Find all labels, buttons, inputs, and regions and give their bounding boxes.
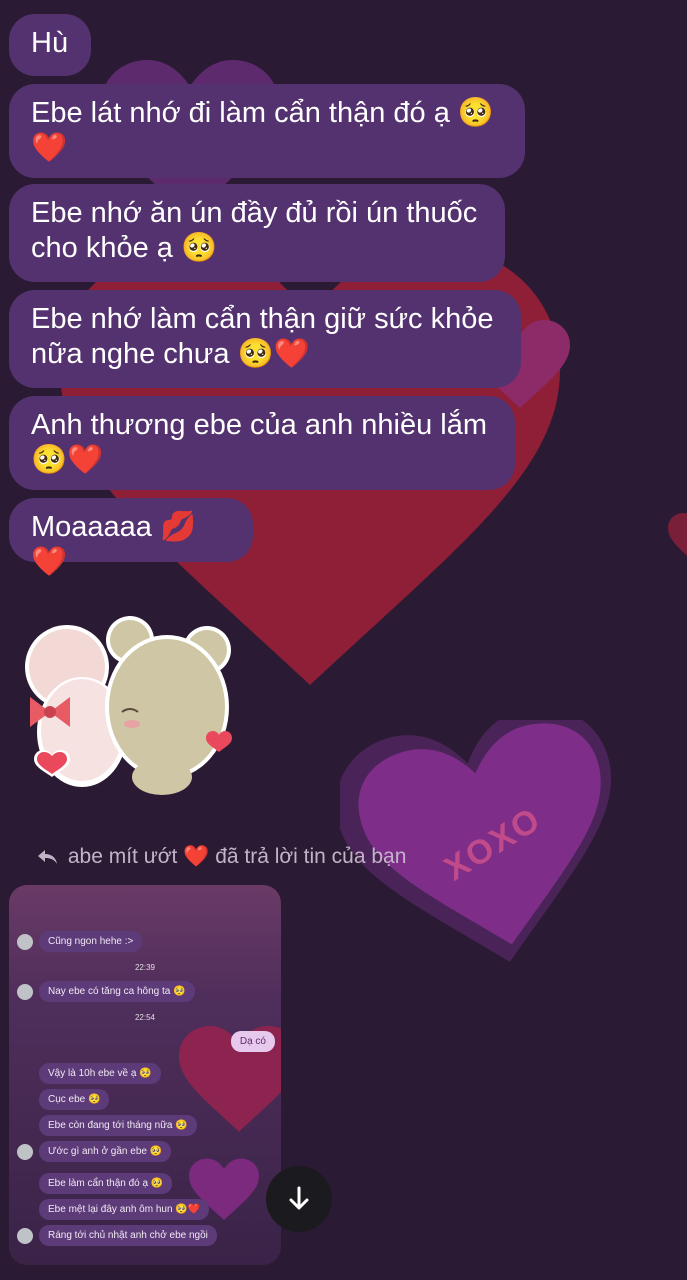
message-text-line2: nữa nghe chưa 🥺❤️ xyxy=(31,338,310,370)
message-text-line2: cho khỏe ạ 🥺 xyxy=(31,232,218,264)
scroll-to-bottom-button[interactable] xyxy=(266,1166,332,1232)
screenshot-my-message: Dạ có xyxy=(230,1031,275,1052)
message-text-line2: ❤️ xyxy=(31,132,68,164)
hug-sticker[interactable] xyxy=(12,612,237,802)
screenshot-message-text: Vậy là 10h ebe về ạ 🥺 xyxy=(39,1063,161,1084)
screenshot-message-text: Cũng ngon hehe :> xyxy=(39,931,143,952)
screenshot-message-text: Ebe còn đang tới tháng nữa 🥺 xyxy=(39,1115,197,1136)
message-bubble[interactable]: Ebe nhớ làm cẩn thận giữ sức khỏe nữa ng… xyxy=(9,290,521,388)
message-text-line1: Ebe lát nhớ đi làm cẩn thận đó ạ 🥺 xyxy=(31,97,495,129)
message-text-line2: 🥺❤️ xyxy=(31,444,104,476)
message-text: Hù xyxy=(31,27,69,59)
avatar xyxy=(17,1143,33,1160)
screenshot-message: Cục ebe 🥺 xyxy=(39,1089,110,1110)
quoted-screenshot[interactable]: Cũng ngon hehe :> 22:39 Nay ebe có tăng … xyxy=(9,885,281,1265)
screenshot-message-text: Ebe làm cẩn thận đó ạ 🥺 xyxy=(39,1173,173,1194)
screenshot-message-text: Ước gì anh ở gần ebe 🥺 xyxy=(39,1141,172,1162)
message-text-line1: Ebe nhớ ăn ún đầy đủ rồi ún thuốc xyxy=(31,197,478,229)
message-bubble[interactable]: Hù xyxy=(9,14,91,76)
screenshot-message: Ebe làm cẩn thận đó ạ 🥺 xyxy=(39,1173,173,1194)
message-text-line1: Anh thương ebe của anh nhiều lắm xyxy=(31,409,488,441)
avatar xyxy=(17,933,33,950)
message-bubble[interactable]: Moaaaaa 💋❤️ xyxy=(9,498,253,578)
screenshot-time: 22:54 xyxy=(134,1013,156,1022)
message-bubble[interactable]: Hù Ebe lát nhớ đi làm cẩn thận đó ạ 🥺 ❤️ xyxy=(9,84,525,178)
avatar xyxy=(17,1227,33,1244)
reply-arrow-icon xyxy=(38,850,57,864)
screenshot-message-text: Cục ebe 🥺 xyxy=(39,1089,110,1110)
screenshot-time: 22:39 xyxy=(134,963,156,972)
reply-note: abe mít ướt ❤️ đã trả lời tin của bạn xyxy=(36,843,406,871)
screenshot-message: Ebe còn đang tới tháng nữa 🥺 xyxy=(39,1115,197,1136)
screenshot-message: Vậy là 10h ebe về ạ 🥺 xyxy=(39,1063,161,1084)
arrow-down-icon xyxy=(289,1186,309,1210)
screenshot-message: Ebe mệt lại đây anh ôm hun 🥺❤️ xyxy=(39,1199,210,1220)
screenshot-message: Cũng ngon hehe :> xyxy=(17,931,143,952)
screenshot-message: Ước gì anh ở gần ebe 🥺 xyxy=(17,1141,172,1162)
background-heart-edge xyxy=(668,513,687,556)
message-bubble[interactable]: Ebe nhớ ăn ún đầy đủ rồi ún thuốc cho kh… xyxy=(9,184,505,282)
screenshot-message: Nay ebe có tăng ca hông ta 🥺 xyxy=(17,981,195,1002)
avatar xyxy=(17,983,33,1000)
screenshot-message-text: Ráng tới chủ nhật anh chở ebe ngồi xyxy=(39,1225,217,1246)
screenshot-message-text: Ebe mệt lại đây anh ôm hun 🥺❤️ xyxy=(39,1199,210,1220)
screenshot-message: Ráng tới chủ nhật anh chở ebe ngồi xyxy=(17,1225,217,1246)
message-text-line1: Ebe nhớ làm cẩn thận giữ sức khỏe xyxy=(31,303,494,335)
screenshot-message-text: Nay ebe có tăng ca hông ta 🥺 xyxy=(39,981,195,1002)
reply-note-text: abe mít ướt ❤️ đã trả lời tin của bạn xyxy=(67,845,407,868)
message-bubble[interactable]: Anh thương ebe của anh nhiều lắm 🥺❤️ xyxy=(9,396,515,490)
